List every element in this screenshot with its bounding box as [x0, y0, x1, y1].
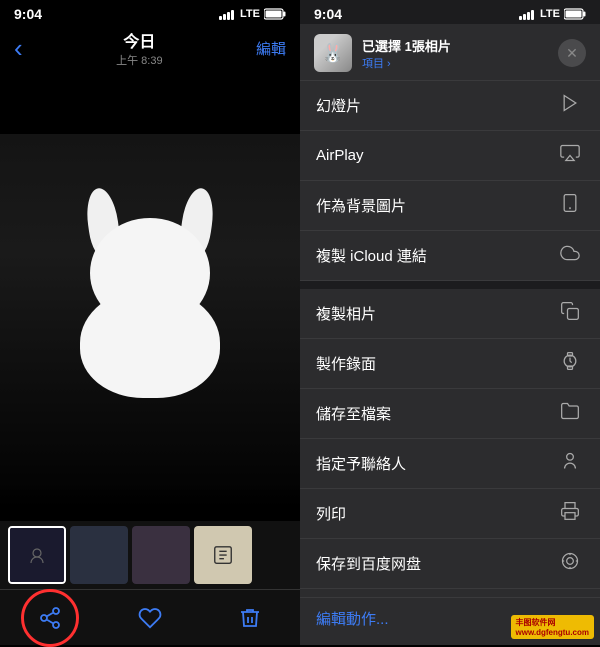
save-files-label: 儲存至檔案 [316, 403, 391, 424]
share-sheet-header: 🐰 已選擇 1張相片 項目 › ✕ [300, 24, 600, 81]
wallpaper-label: 作為背景圖片 [316, 195, 406, 216]
copy-photo-icon [556, 301, 584, 326]
close-icon: ✕ [566, 45, 578, 62]
menu-item-face-edit[interactable]: 使用輕顏編輯 [300, 589, 600, 597]
left-toolbar [0, 589, 300, 645]
watch-face-label: 製作錄面 [316, 353, 376, 374]
slideshow-label: 幻燈片 [316, 95, 361, 116]
wallpaper-icon [556, 193, 584, 218]
delete-button[interactable] [228, 596, 272, 640]
header-title-block: 今日 上午 8:39 [116, 28, 162, 68]
menu-item-save-files[interactable]: 儲存至檔案 [300, 389, 600, 439]
items-link[interactable]: 項目 › [362, 55, 548, 71]
menu-item-baidu-disk[interactable]: 保存到百度网盘 [300, 539, 600, 589]
menu-item-icloud-link[interactable]: 複製 iCloud 連結 [300, 231, 600, 281]
person-icon [556, 451, 584, 476]
icloud-link-icon [556, 243, 584, 268]
black-bottom [0, 481, 300, 521]
left-panel: 9:04 LTE ‹ 今日 上午 8:39 編輯 [0, 0, 300, 645]
airplay-label: AirPlay [316, 147, 364, 164]
print-label: 列印 [316, 503, 346, 524]
thumbnail-4[interactable] [194, 526, 252, 584]
network-type: LTE [240, 8, 260, 20]
right-network-type: LTE [540, 8, 560, 20]
menu-item-print[interactable]: 列印 [300, 489, 600, 539]
menu-item-wallpaper[interactable]: 作為背景圖片 [300, 181, 600, 231]
watermark: 丰图软件网www.dgfengtu.com [511, 615, 594, 639]
right-signal-icon [519, 8, 534, 20]
bunny-illustration [50, 188, 250, 408]
selected-photo-thumb: 🐰 [314, 34, 352, 72]
page-subtitle: 上午 8:39 [116, 52, 162, 68]
thumbnail-3[interactable] [132, 526, 190, 584]
thumb-inner-2 [70, 526, 128, 584]
thumbnail-1[interactable] [8, 526, 66, 584]
right-status-bar: 9:04 LTE [300, 0, 600, 24]
watch-icon [556, 351, 584, 376]
left-status-icons: LTE [219, 8, 286, 20]
right-panel: 9:04 LTE 🐰 已選擇 1張相片 項目 › ✕ [300, 0, 600, 645]
thumb-preview: 🐰 [314, 34, 352, 72]
close-button[interactable]: ✕ [558, 39, 586, 67]
selected-count-label: 已選擇 1張相片 [362, 36, 548, 55]
signal-icon [219, 8, 234, 20]
right-battery-icon [564, 8, 586, 20]
menu-item-watch-face[interactable]: 製作錄面 [300, 339, 600, 389]
thumb-inner-3 [132, 526, 190, 584]
baidu-disk-icon [556, 551, 584, 576]
photo-main-view [0, 74, 300, 521]
edit-actions-link[interactable]: 編輯動作... [316, 611, 389, 628]
black-top [0, 74, 300, 134]
airplay-icon [556, 143, 584, 168]
right-status-icons: LTE [519, 8, 586, 20]
thumb-inner-4 [194, 526, 252, 584]
thumbnail-2[interactable] [70, 526, 128, 584]
header-info: 已選擇 1張相片 項目 › [362, 36, 548, 71]
page-title: 今日 [116, 28, 162, 52]
share-button[interactable] [28, 596, 72, 640]
menu-item-copy-photo[interactable]: 複製相片 [300, 289, 600, 339]
separator-1 [300, 281, 600, 289]
assign-contact-label: 指定予聯絡人 [316, 453, 406, 474]
thumbnail-strip [0, 521, 300, 589]
heart-icon [138, 606, 162, 630]
photo-placeholder [0, 74, 300, 521]
left-time: 9:04 [14, 6, 42, 22]
menu-item-airplay[interactable]: AirPlay [300, 131, 600, 181]
copy-photo-label: 複製相片 [316, 303, 376, 324]
like-button[interactable] [128, 596, 172, 640]
menu-item-assign-contact[interactable]: 指定予聯絡人 [300, 439, 600, 489]
right-time: 9:04 [314, 6, 342, 22]
edit-button[interactable]: 編輯 [256, 38, 286, 59]
thumb-inner-1 [10, 528, 64, 582]
baidu-disk-label: 保存到百度网盘 [316, 553, 421, 574]
folder-icon [556, 401, 584, 426]
print-icon [556, 501, 584, 526]
icloud-link-label: 複製 iCloud 連結 [316, 245, 427, 266]
bunny-body [80, 288, 220, 398]
left-status-bar: 9:04 LTE [0, 0, 300, 24]
left-header: ‹ 今日 上午 8:39 編輯 [0, 24, 300, 74]
action-menu-list: 幻燈片 AirPlay 作為背景圖片 [300, 81, 600, 597]
battery-icon [264, 8, 286, 20]
menu-item-slideshow[interactable]: 幻燈片 [300, 81, 600, 131]
trash-icon [238, 606, 262, 630]
slideshow-icon [556, 93, 584, 118]
share-icon [38, 606, 62, 630]
back-button[interactable]: ‹ [14, 35, 23, 61]
